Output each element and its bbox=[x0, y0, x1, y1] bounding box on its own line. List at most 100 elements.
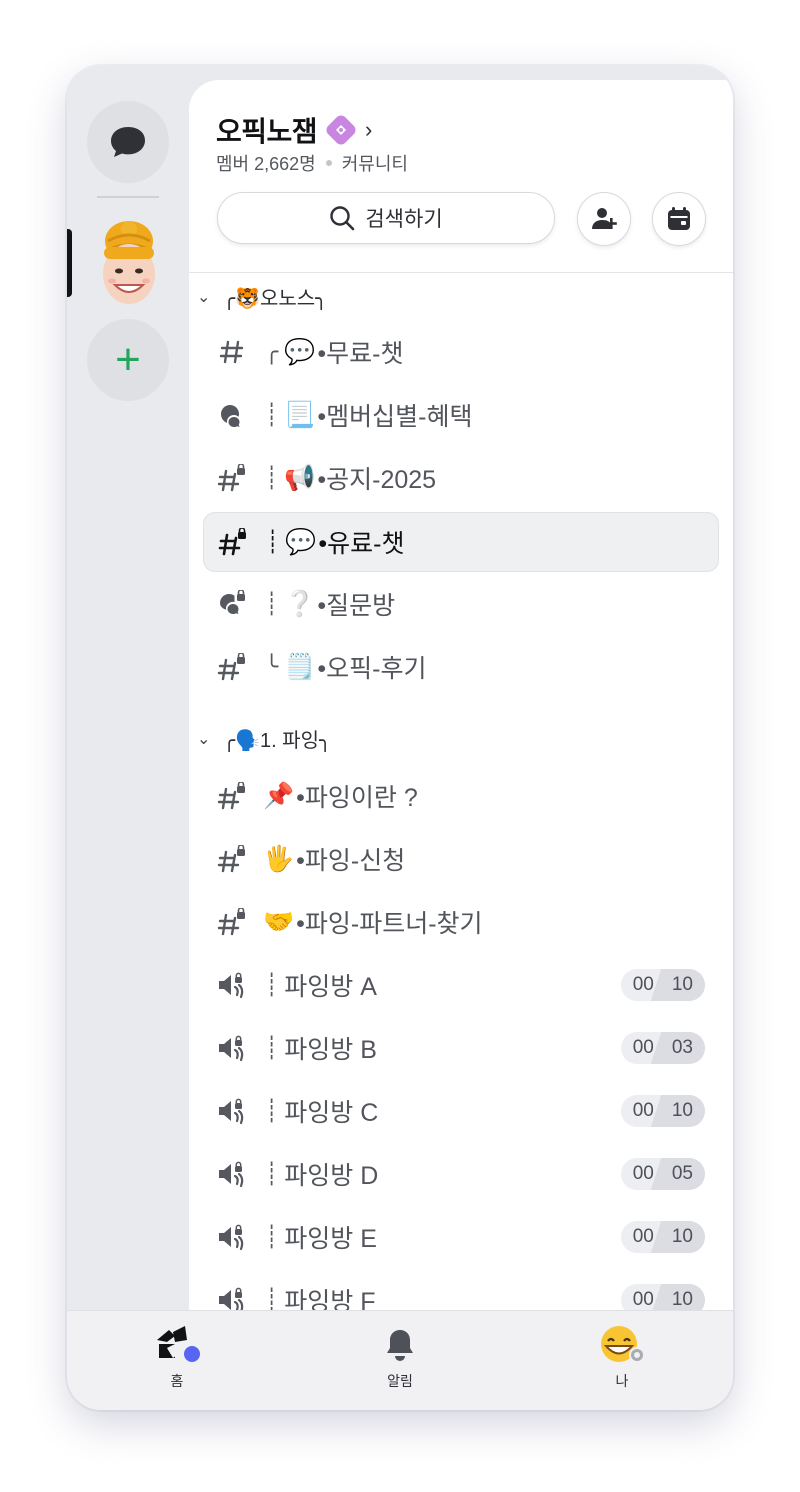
server-type: 커뮤니티 bbox=[341, 154, 408, 174]
channel-row[interactable]: ┊ 📢 •공지-2025 bbox=[203, 449, 717, 507]
separator-dot bbox=[325, 160, 332, 166]
server-name: 오픽노잼 bbox=[216, 116, 318, 147]
channel-name: •오픽-후기 bbox=[317, 655, 427, 683]
server-avatar-image bbox=[103, 221, 155, 304]
forum-icon bbox=[203, 402, 261, 428]
channel-emoji: 🖐️ bbox=[263, 844, 295, 873]
add-member-icon bbox=[592, 208, 617, 229]
channel-emoji: 📢 bbox=[284, 463, 316, 492]
tab-home[interactable]: 홈 bbox=[117, 1325, 237, 1391]
voice-user-count-badge: 00 05 bbox=[620, 1158, 705, 1190]
channel-emoji: 💬 bbox=[284, 337, 316, 366]
channel-name: •멤버십별-혜택 bbox=[317, 403, 473, 431]
server-header[interactable]: 오픽노잼 › bbox=[216, 110, 372, 150]
tree-prefix: ┊ bbox=[265, 1161, 278, 1186]
speaker-icon bbox=[203, 1034, 261, 1062]
tab-me[interactable]: 나 bbox=[562, 1325, 682, 1391]
unread-dot bbox=[184, 1346, 200, 1362]
speaker-icon bbox=[203, 1097, 261, 1125]
voice-channel-row[interactable]: ┊ 파잉방 A 00 10 bbox=[203, 956, 717, 1014]
tree-prefix: ┊ bbox=[265, 465, 278, 490]
channel-name: •무료-챗 bbox=[317, 340, 404, 368]
locked-hashtag-icon bbox=[203, 653, 261, 681]
channel-row[interactable]: ┊ ❔ •질문방 bbox=[203, 575, 717, 633]
voice-channel-row[interactable]: ┊ 파잉방 C 00 10 bbox=[203, 1082, 717, 1140]
voice-channel-row[interactable]: ┊ 파잉방 D 00 05 bbox=[203, 1145, 717, 1203]
channel-emoji: 📃 bbox=[284, 400, 316, 429]
add-server-button[interactable]: + bbox=[87, 319, 169, 401]
voice-channel-name: 파잉방 E bbox=[284, 1225, 377, 1253]
tab-notifications[interactable]: 알림 bbox=[340, 1325, 460, 1391]
speaker-icon bbox=[203, 1286, 261, 1310]
app-window: + 오픽노잼 › 멤버 2,662명 커뮤니티 검색하기 ⌄ ╭🐯오노스╮ ╭ … bbox=[67, 66, 733, 1410]
voice-channel-name: 파잉방 C bbox=[284, 1099, 379, 1127]
search-icon bbox=[330, 206, 355, 231]
voice-channel-name: 파잉방 D bbox=[284, 1162, 379, 1190]
direct-messages-button[interactable] bbox=[87, 101, 169, 183]
voice-user-count-badge: 00 10 bbox=[620, 1095, 705, 1127]
locked-hashtag-icon bbox=[203, 845, 261, 873]
speaker-icon bbox=[203, 1223, 261, 1251]
tree-prefix: ┊ bbox=[265, 1224, 278, 1249]
tree-prefix: ┊ bbox=[265, 402, 278, 427]
channel-emoji: 🗒️ bbox=[284, 652, 316, 681]
channel-row[interactable]: 🤝 •파잉-파트너-찾기 bbox=[203, 893, 717, 951]
search-button[interactable]: 검색하기 bbox=[217, 192, 555, 244]
chat-bubble-icon bbox=[111, 127, 145, 157]
channel-row[interactable]: 🖐️ •파잉-신청 bbox=[203, 830, 717, 888]
tree-prefix: ┊ bbox=[265, 972, 278, 997]
locked-hashtag-icon bbox=[203, 464, 261, 492]
tree-prefix: ┊ bbox=[265, 1287, 278, 1310]
channel-name: •질문방 bbox=[317, 592, 396, 620]
events-button[interactable] bbox=[652, 192, 706, 246]
plus-icon: + bbox=[115, 335, 141, 384]
channel-emoji: ❔ bbox=[284, 589, 316, 618]
member-count: 멤버 2,662명 bbox=[216, 154, 316, 174]
category-header[interactable]: ⌄ ╭🗣️1. 파잉╮ bbox=[197, 724, 331, 753]
channel-name: •공지-2025 bbox=[317, 466, 437, 494]
bottom-nav: 홈 알림 나 bbox=[67, 1310, 733, 1410]
boost-badge-icon bbox=[324, 113, 359, 147]
search-label: 검색하기 bbox=[365, 208, 443, 231]
tab-me-label: 나 bbox=[615, 1373, 629, 1389]
tree-prefix: ╭ bbox=[265, 339, 278, 364]
channel-name: •파잉이란 ? bbox=[296, 784, 418, 812]
speaker-icon bbox=[203, 1160, 261, 1188]
channel-emoji: 📌 bbox=[263, 781, 295, 810]
channel-row-selected[interactable]: ┊ 💬 •유료-챗 bbox=[203, 512, 719, 572]
channel-row[interactable]: 📌 •파잉이란 ? bbox=[203, 767, 717, 825]
channel-name: •파잉-신청 bbox=[296, 847, 406, 875]
channel-name: •파잉-파트너-찾기 bbox=[296, 910, 483, 938]
tree-prefix: ┊ bbox=[265, 1035, 278, 1060]
channel-row[interactable]: ┊ 📃 •멤버십별-혜택 bbox=[203, 386, 717, 444]
bell-icon bbox=[387, 1330, 413, 1361]
category-header[interactable]: ⌄ ╭🐯오노스╮ bbox=[197, 282, 327, 311]
channel-emoji: 💬 bbox=[285, 527, 317, 556]
voice-channel-row[interactable]: ┊ 파잉방 F 00 10 bbox=[203, 1271, 717, 1310]
category-title: ╭🗣️1. 파잉╮ bbox=[223, 730, 332, 752]
voice-limit-count: 10 bbox=[671, 974, 693, 995]
locked-hashtag-icon bbox=[204, 528, 262, 556]
chevron-down-icon: ⌄ bbox=[197, 288, 211, 306]
channel-row[interactable]: ╭ 💬 •무료-챗 bbox=[203, 323, 717, 381]
category-title: ╭🐯오노스╮ bbox=[223, 288, 328, 310]
tree-prefix: ┊ bbox=[265, 1098, 278, 1123]
locked-forum-icon bbox=[203, 590, 261, 618]
server-rail: + bbox=[67, 66, 189, 1310]
channel-name: •유료-챗 bbox=[318, 530, 405, 558]
tree-prefix: ╰ bbox=[265, 654, 278, 679]
speaker-icon bbox=[203, 971, 261, 999]
chevron-right-icon: › bbox=[365, 117, 373, 142]
voice-limit-count: 05 bbox=[671, 1163, 693, 1184]
invite-button[interactable] bbox=[577, 192, 631, 246]
voice-limit-count: 10 bbox=[671, 1226, 693, 1247]
voice-channel-row[interactable]: ┊ 파잉방 E 00 10 bbox=[203, 1208, 717, 1266]
channel-emoji: 🤝 bbox=[263, 907, 295, 936]
server-avatar-opicnojam[interactable] bbox=[98, 219, 160, 305]
voice-user-count-badge: 00 10 bbox=[620, 969, 705, 1001]
voice-channel-row[interactable]: ┊ 파잉방 B 00 03 bbox=[203, 1019, 717, 1077]
voice-limit-count: 10 bbox=[671, 1289, 693, 1310]
voice-limit-count: 03 bbox=[671, 1037, 693, 1058]
channel-row[interactable]: ╰ 🗒️ •오픽-후기 bbox=[203, 638, 717, 696]
server-meta: 멤버 2,662명 커뮤니티 bbox=[216, 150, 408, 176]
